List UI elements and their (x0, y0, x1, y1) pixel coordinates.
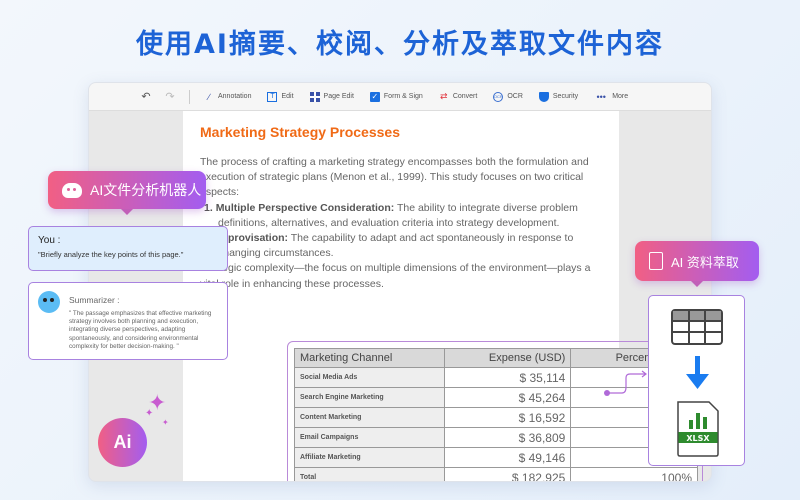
channel-cell: Affiliate Marketing (294, 447, 445, 468)
sparkle-icon: ✦ (145, 408, 154, 419)
closing-paragraph: Strategic complexity—the focus on multip… (200, 262, 591, 290)
ai-extract-badge[interactable]: AI 资料萃取 (635, 241, 759, 287)
channel-cell: Social Media Ads (294, 367, 445, 388)
user-message: "Briefly analyze the key points of this … (38, 250, 184, 259)
expense-cell: $ 49,146 (443, 447, 572, 468)
ai-bot-label: AI文件分析机器人 (90, 182, 202, 198)
label: Page Edit (323, 93, 354, 100)
table-row: Content Marketing$ 16,5929% (294, 407, 698, 428)
expense-cell: $ 16,592 (443, 407, 572, 428)
list-item: 1. Multiple Perspective Consideration: T… (200, 201, 605, 231)
convert-icon: ⇄ (440, 91, 448, 101)
channel-cell: Content Marketing (294, 407, 445, 428)
channel-cell: Total (294, 467, 445, 481)
label: Security (552, 93, 579, 100)
label: Convert (452, 93, 478, 100)
more-icon: ••• (596, 91, 606, 102)
label: More (612, 93, 629, 100)
summarizer-message: " The passage emphasizes that effective … (69, 310, 212, 350)
redo-icon[interactable]: ↷ (165, 91, 175, 103)
expense-cell: $ 36,809 (443, 427, 572, 448)
table-row: Total $ 182,925 100% (294, 467, 698, 481)
item-heading: Multiple Perspective Consideration: (215, 201, 395, 214)
column-header: Expense (USD) (443, 348, 572, 368)
table-export-icon (649, 252, 663, 270)
toolbar-more[interactable]: ••• More (594, 92, 628, 102)
extract-card: XLSX (648, 295, 745, 466)
expense-cell: $ 35,114 (443, 367, 572, 388)
summarizer-avatar-icon (38, 291, 60, 313)
label: Form & Sign (383, 93, 423, 100)
toolbar-annotation[interactable]: ∕ Annotation (204, 92, 251, 102)
expense-cell: $ 182,925 (443, 467, 572, 481)
headline: 使用AI摘要、校阅、分析及萃取文件内容 (136, 29, 664, 60)
document-page: Marketing Strategy Processes The process… (183, 111, 703, 481)
channel-cell: Search Engine Marketing (294, 387, 445, 408)
table-icon (671, 309, 723, 345)
toolbar-form-sign[interactable]: ✓ Form & Sign (369, 91, 423, 102)
expense-table: Marketing Channel Expense (USD) Percenta… (294, 348, 698, 481)
summarizer-label: Summarizer : (69, 295, 120, 305)
expense-cell: $ 45,264 (443, 387, 572, 408)
extract-illustration: XLSX (671, 309, 723, 457)
sparkle-icon: ✦ (162, 418, 169, 427)
down-arrow-icon (686, 356, 709, 389)
table-row: Affiliate Marketing$ 49,14627% (294, 447, 698, 468)
toolbar-security[interactable]: Security (538, 91, 579, 102)
ai-button-label: Ai (113, 432, 132, 452)
list-item: 2. Improvisation: The capability to adap… (200, 231, 605, 261)
checkbox-icon: ✓ (369, 91, 380, 102)
toolbar: ↶ ↷ ∕ Annotation T Edit Page Edit ✓ Form & … (89, 83, 711, 111)
summarizer-card: Summarizer : " The passage emphasizes th… (28, 282, 228, 360)
column-header: Marketing Channel (294, 348, 445, 368)
robot-icon (62, 182, 82, 198)
label: OCR (507, 93, 523, 100)
label: Annotation (218, 93, 252, 100)
channel-cell: Email Campaigns (294, 427, 445, 448)
ocr-icon: OCR (493, 91, 504, 102)
table-header-row: Marketing Channel Expense (USD) Percenta… (294, 348, 698, 368)
xlsx-file-icon: XLSX (677, 401, 719, 457)
shield-icon (538, 91, 549, 102)
ai-button[interactable]: Ai (98, 418, 147, 467)
toolbar-edit[interactable]: T Edit (267, 91, 294, 102)
percentage-cell: 100% (570, 467, 698, 481)
toolbar-convert[interactable]: ⇄ Convert (439, 91, 478, 102)
ai-extract-label: AI 资料萃取 (671, 254, 739, 270)
undo-icon[interactable]: ↶ (141, 91, 151, 103)
document-title: Marketing Strategy Processes (200, 124, 400, 140)
xlsx-label: XLSX (686, 434, 710, 443)
connector-arrow (604, 370, 647, 396)
text-edit-icon: T (267, 91, 278, 102)
toolbar-page-edit[interactable]: Page Edit (309, 91, 354, 102)
grid-icon (309, 91, 320, 102)
label: Edit (281, 93, 294, 100)
document-body: The process of crafting a marketing stra… (200, 155, 605, 292)
ai-bot-badge[interactable]: AI文件分析机器人 (48, 171, 206, 215)
user-message-card: You : "Briefly analyze the key points of… (28, 226, 228, 271)
user-label: You : (38, 235, 61, 246)
table-selection[interactable]: Marketing Channel Expense (USD) Percenta… (287, 341, 703, 481)
toolbar-ocr[interactable]: OCR OCR (493, 91, 523, 102)
intro-paragraph: The process of crafting a marketing stra… (200, 156, 589, 199)
pen-icon: ∕ (208, 91, 210, 102)
table-row: Email Campaigns$ 36,80920% (294, 427, 698, 448)
divider (189, 89, 190, 104)
